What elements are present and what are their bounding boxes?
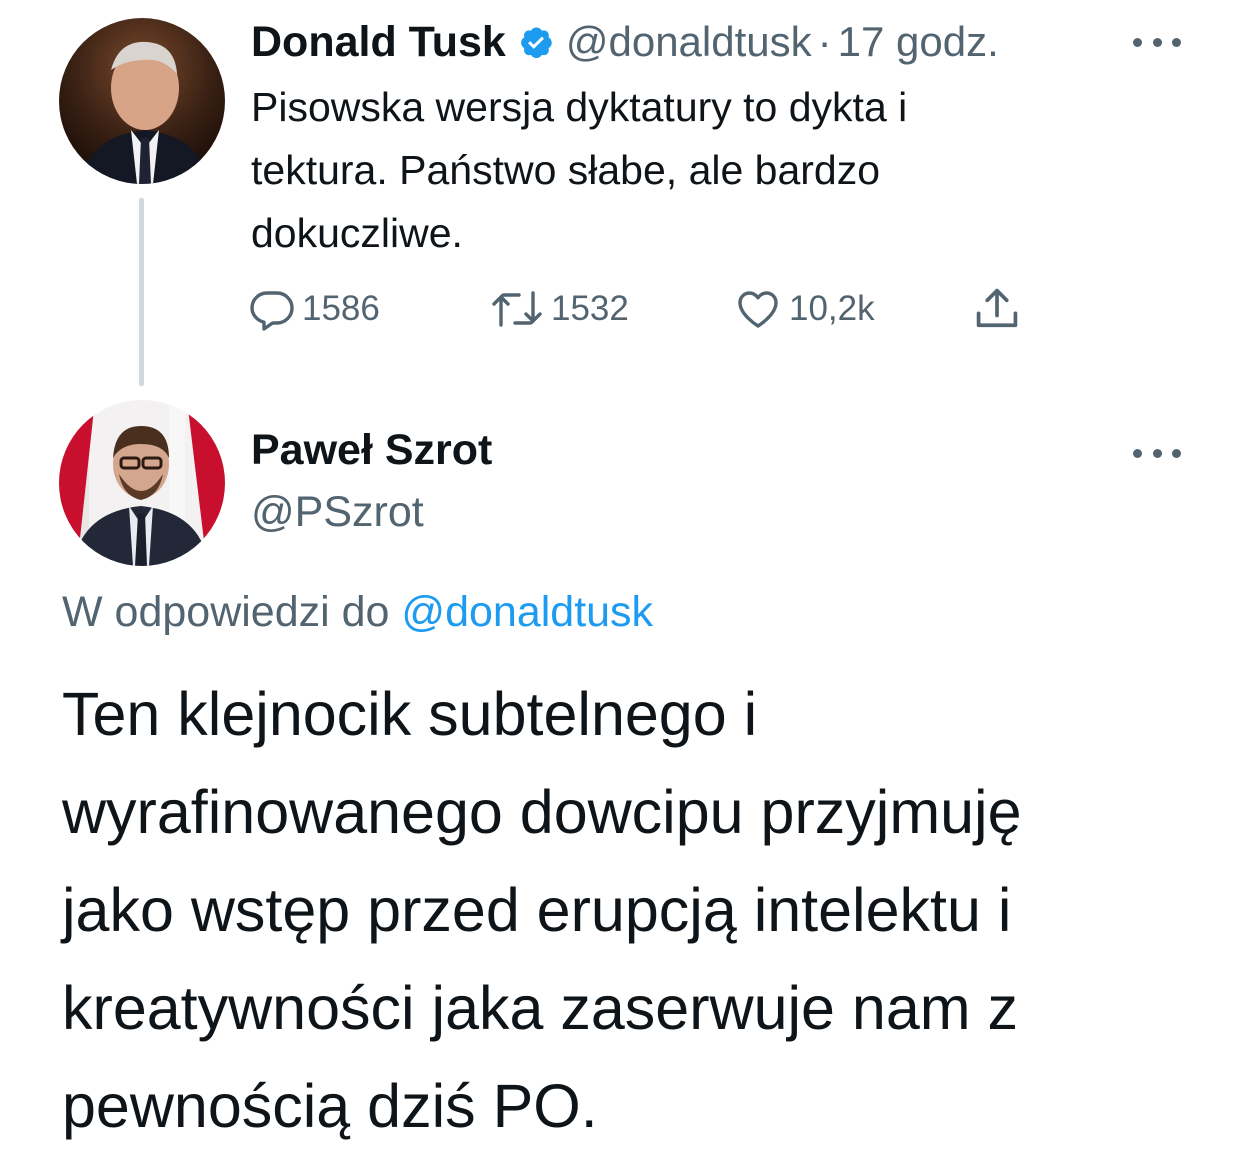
verified-badge-icon — [518, 24, 554, 60]
avatar-pawel-szrot[interactable] — [59, 400, 225, 566]
author-name[interactable]: Paweł Szrot — [251, 426, 492, 475]
tweet1-header: Donald Tusk @donaldtusk · 17 godz. — [251, 14, 999, 70]
retweet-count: 1532 — [551, 289, 629, 328]
reply-button[interactable]: 1586 — [248, 283, 380, 335]
reply-context: W odpowiedzi do @donaldtusk — [62, 588, 653, 637]
author-name[interactable]: Donald Tusk — [251, 18, 506, 67]
share-icon — [976, 288, 1018, 328]
retweet-button[interactable]: 1532 — [489, 283, 629, 335]
retweet-icon — [492, 291, 542, 327]
author-handle[interactable]: @donaldtusk — [566, 18, 812, 66]
heart-icon — [738, 291, 778, 328]
tweet-text-line: wyrafinowanego dowcipu przyjmuję — [62, 778, 1022, 846]
tweet-text-line: dokuczliwe. — [251, 210, 463, 256]
more-dots-icon[interactable] — [1133, 32, 1181, 52]
like-count: 10,2k — [789, 289, 875, 328]
avatar-donald-tusk[interactable] — [59, 18, 225, 184]
reply-mention-link[interactable]: @donaldtusk — [401, 588, 653, 636]
tweet2-text: Ten klejnocik subtelnego i wyrafinowaneg… — [62, 665, 1212, 1155]
separator-dot: · — [817, 18, 832, 65]
reply-bubble-icon — [250, 291, 294, 331]
tweet-text-line: jako wstęp przed erupcją intelektu i — [62, 876, 1012, 944]
tweet-timestamp[interactable]: 17 godz. — [838, 18, 999, 66]
tweet-text-line: Pisowska wersja dyktatury to dykta i — [251, 84, 908, 130]
share-button[interactable] — [971, 283, 1023, 335]
thread-connector-line — [139, 198, 144, 386]
author-handle[interactable]: @PSzrot — [251, 488, 424, 537]
reply-count: 1586 — [302, 289, 380, 328]
like-button[interactable]: 10,2k — [733, 283, 875, 335]
tweet-text-line: pewnością dziś PO. — [62, 1072, 598, 1140]
reply-prefix: W odpowiedzi do — [62, 588, 390, 636]
tweet1-text: Pisowska wersja dyktatury to dykta i tek… — [251, 76, 1151, 265]
tweet-text-line: kreatywności jaka zaserwuje nam z — [62, 974, 1019, 1042]
tweet-text-line: tektura. Państwo słabe, ale bardzo — [251, 147, 881, 193]
more-dots-icon[interactable] — [1133, 443, 1181, 463]
tweet-text-line: Ten klejnocik subtelnego i — [62, 680, 758, 748]
